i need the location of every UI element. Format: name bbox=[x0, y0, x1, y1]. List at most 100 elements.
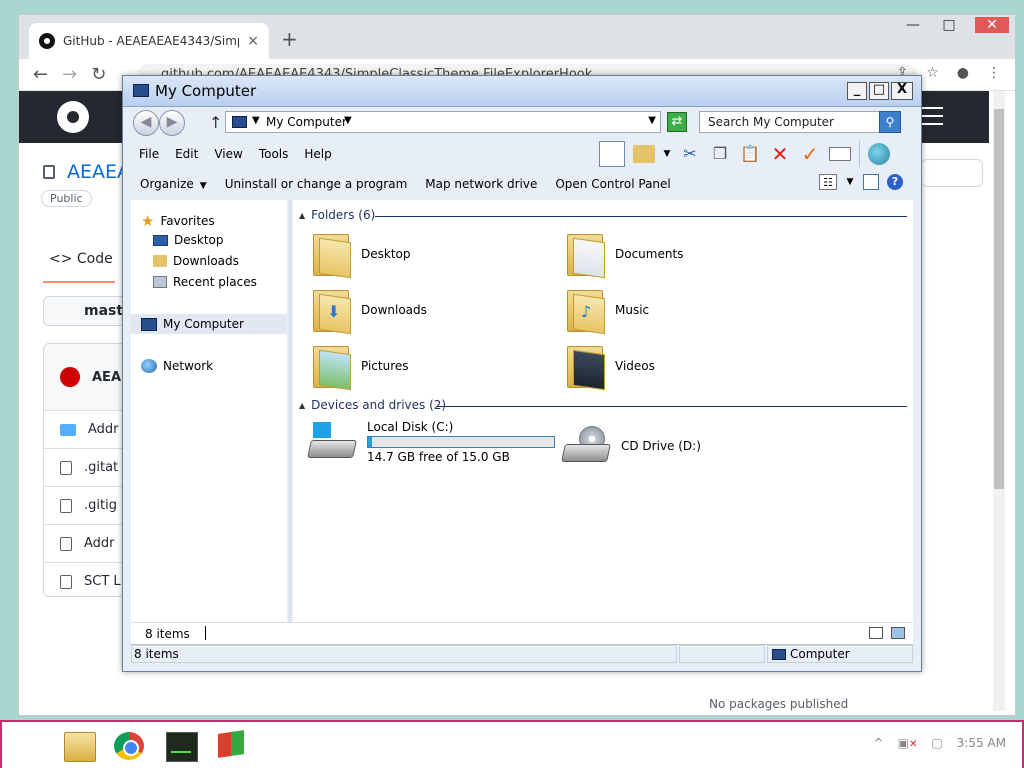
menu-kebab-icon[interactable]: ⋮ bbox=[987, 65, 1001, 81]
devices-group-header[interactable]: ▲ Devices and drives (2) bbox=[299, 398, 446, 412]
avatar[interactable] bbox=[60, 367, 80, 387]
address-history-dropdown-icon[interactable]: ▼ bbox=[648, 115, 656, 126]
breadcrumb-my-computer[interactable]: My Computer bbox=[266, 115, 347, 129]
profile-avatar-icon[interactable]: ● bbox=[957, 65, 969, 81]
display-icon[interactable]: ▢ bbox=[931, 736, 942, 750]
nav-downloads[interactable]: Downloads bbox=[153, 254, 239, 268]
navigation-pane-icon[interactable] bbox=[599, 141, 625, 167]
back-button[interactable]: ◀ bbox=[133, 110, 159, 136]
repo-actions-dropdown[interactable] bbox=[921, 159, 983, 187]
browser-close-button[interactable]: ✕ bbox=[975, 17, 1009, 33]
nav-favorites[interactable]: ★ Favorites bbox=[141, 212, 215, 230]
chevron-down-icon[interactable]: ▼ bbox=[663, 143, 671, 165]
explorer-titlebar[interactable]: My Computer _ □ X bbox=[123, 76, 921, 107]
reload-button[interactable]: ↻ bbox=[91, 64, 106, 85]
menu-tools[interactable]: Tools bbox=[251, 142, 297, 166]
large-icons-view-icon[interactable] bbox=[891, 627, 905, 639]
hamburger-menu-icon[interactable] bbox=[921, 107, 943, 125]
properties-check-icon[interactable]: ✓ bbox=[799, 143, 821, 165]
browser-minimize-button[interactable]: — bbox=[903, 17, 923, 33]
file-name[interactable]: Addr bbox=[84, 536, 115, 551]
up-arrow-icon[interactable]: ↑ bbox=[209, 113, 222, 132]
drive-local-disk-c[interactable]: Local Disk (C:) 14.7 GB free of 15.0 GB bbox=[307, 420, 555, 464]
browser-tab[interactable]: GitHub - AEAEAEAE4343/Simple × bbox=[29, 23, 269, 59]
file-name[interactable]: SCT L bbox=[84, 574, 121, 589]
close-button[interactable]: X bbox=[891, 82, 913, 100]
tray-expand-icon[interactable]: ^ bbox=[874, 736, 884, 750]
scrollbar-thumb[interactable] bbox=[994, 109, 1004, 489]
collapse-triangle-icon: ▲ bbox=[299, 210, 306, 220]
paste-icon[interactable]: 📋 bbox=[739, 143, 761, 165]
chevron-down-icon[interactable]: ▼ bbox=[845, 174, 855, 190]
menu-file[interactable]: File bbox=[131, 142, 167, 166]
file-name[interactable]: .gitig bbox=[84, 498, 117, 513]
file-row[interactable]: Addr bbox=[44, 525, 132, 563]
uninstall-program-button[interactable]: Uninstall or change a program bbox=[216, 177, 417, 191]
search-placeholder: Search My Computer bbox=[708, 115, 834, 129]
github-logo-icon[interactable] bbox=[57, 101, 89, 133]
nav-recent-places[interactable]: Recent places bbox=[153, 275, 257, 289]
new-tab-button[interactable]: + bbox=[281, 27, 298, 51]
task-manager-taskbar-icon[interactable] bbox=[166, 732, 198, 762]
drive-cd-d[interactable]: CD Drive (D:) bbox=[561, 424, 701, 468]
folder-desktop[interactable]: Desktop bbox=[311, 232, 411, 279]
folders-group-header[interactable]: ▲ Folders (6) bbox=[299, 208, 375, 222]
delete-icon[interactable]: ✕ bbox=[769, 143, 791, 165]
pane-splitter[interactable] bbox=[289, 200, 291, 622]
refresh-button[interactable]: ⇄ bbox=[667, 112, 687, 132]
branch-selector[interactable]: maste bbox=[43, 296, 133, 326]
forward-button[interactable]: → bbox=[62, 64, 77, 85]
open-control-panel-button[interactable]: Open Control Panel bbox=[546, 177, 679, 191]
back-button[interactable]: ← bbox=[33, 64, 48, 85]
search-icon[interactable]: ⚲ bbox=[879, 111, 901, 133]
page-scrollbar[interactable] bbox=[993, 91, 1005, 711]
folder-music[interactable]: ♪ Music bbox=[565, 288, 649, 335]
nav-desktop[interactable]: Desktop bbox=[153, 233, 224, 247]
folder-pictures[interactable]: Pictures bbox=[311, 344, 409, 391]
tab-code[interactable]: <> Code bbox=[49, 251, 113, 267]
folder-videos[interactable]: Videos bbox=[565, 344, 655, 391]
rename-icon[interactable] bbox=[829, 147, 851, 161]
change-view-icon[interactable]: ☷ bbox=[819, 174, 837, 190]
bookmark-star-icon[interactable]: ☆ bbox=[926, 65, 939, 81]
nav-my-computer[interactable]: My Computer bbox=[131, 314, 287, 334]
windows-flag-taskbar-icon[interactable] bbox=[218, 730, 244, 758]
file-explorer-taskbar-icon[interactable] bbox=[64, 732, 96, 762]
minimize-button[interactable]: _ bbox=[847, 82, 867, 100]
clock[interactable]: 3:55 AM bbox=[957, 736, 1006, 750]
tab-close-icon[interactable]: × bbox=[247, 33, 259, 49]
folder-documents[interactable]: Documents bbox=[565, 232, 683, 279]
organize-button[interactable]: Organize ▼ bbox=[131, 177, 216, 191]
network-disconnected-icon[interactable]: ▣✕ bbox=[898, 736, 918, 750]
breadcrumb-arrow-icon[interactable]: ▼ bbox=[252, 115, 260, 126]
menu-view[interactable]: View bbox=[206, 142, 250, 166]
file-row[interactable]: .gitat bbox=[44, 449, 132, 487]
nav-network[interactable]: Network bbox=[141, 359, 213, 373]
forward-button[interactable]: ▶ bbox=[159, 110, 185, 136]
breadcrumb-arrow-icon[interactable]: ▼ bbox=[344, 115, 352, 126]
copy-icon[interactable]: ❐ bbox=[709, 143, 731, 165]
file-row[interactable]: .gitig bbox=[44, 487, 132, 525]
group-divider bbox=[375, 216, 907, 217]
address-bar[interactable]: ▼ My Computer ▼ ▼ bbox=[225, 111, 661, 133]
file-name[interactable]: Addr bbox=[88, 422, 119, 437]
maximize-button[interactable]: □ bbox=[869, 82, 889, 100]
browser-maximize-button[interactable]: □ bbox=[939, 17, 959, 33]
file-row[interactable]: Addr bbox=[44, 411, 132, 449]
details-view-icon[interactable] bbox=[869, 627, 883, 639]
map-network-drive-button[interactable]: Map network drive bbox=[416, 177, 546, 191]
search-input[interactable]: Search My Computer ⚲ bbox=[699, 111, 901, 133]
folder-downloads[interactable]: ⬇ Downloads bbox=[311, 288, 427, 335]
chrome-taskbar-icon[interactable] bbox=[114, 732, 144, 760]
github-icon bbox=[39, 33, 55, 49]
menu-edit[interactable]: Edit bbox=[167, 142, 206, 166]
folder-options-icon[interactable] bbox=[633, 145, 655, 163]
globe-icon[interactable] bbox=[868, 143, 890, 165]
help-icon[interactable]: ? bbox=[887, 174, 903, 190]
menu-help[interactable]: Help bbox=[296, 142, 339, 166]
repo-owner-link[interactable]: AEAEA bbox=[67, 161, 130, 183]
file-name[interactable]: .gitat bbox=[84, 460, 118, 475]
preview-pane-icon[interactable] bbox=[863, 174, 879, 190]
cut-icon[interactable]: ✂ bbox=[679, 143, 701, 165]
file-row[interactable]: SCT L bbox=[44, 563, 132, 596]
